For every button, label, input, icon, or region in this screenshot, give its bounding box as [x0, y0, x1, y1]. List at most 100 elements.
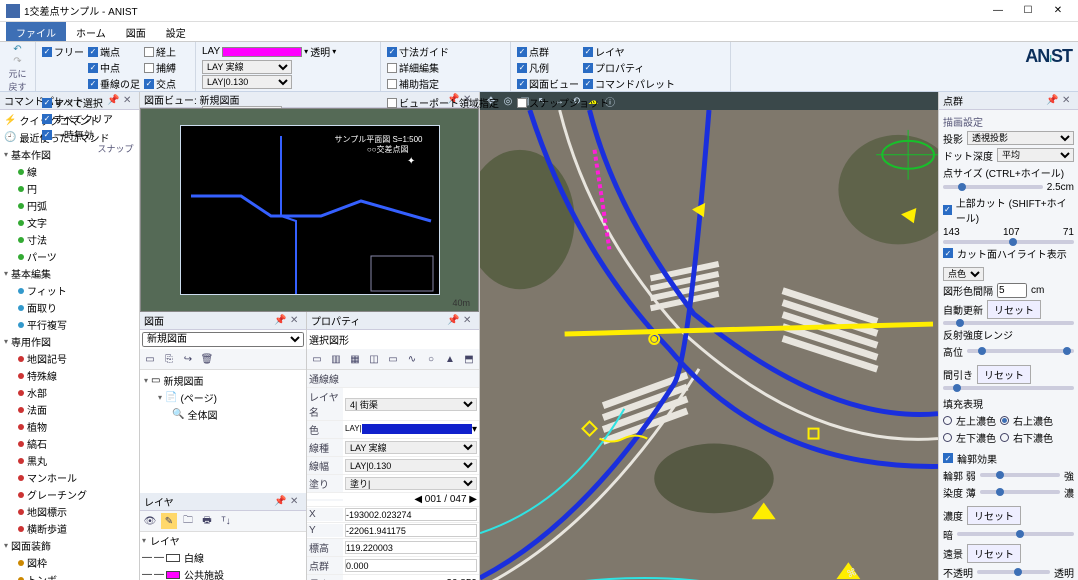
check-hojiten[interactable]: [144, 63, 154, 73]
close-icon[interactable]: ✕: [1062, 95, 1074, 106]
check-zumen-m[interactable]: ✓: [517, 79, 527, 89]
tree-item[interactable]: 法面: [16, 401, 137, 418]
dark-slider[interactable]: [957, 532, 1074, 536]
prop-elev-input[interactable]: [345, 541, 477, 554]
close-icon[interactable]: ✕: [463, 315, 475, 326]
check-hanrei[interactable]: ✓: [517, 63, 527, 73]
dotsize-slider[interactable]: [943, 185, 1043, 189]
layer-row[interactable]: ——白線: [140, 549, 306, 566]
interval-input[interactable]: [997, 283, 1027, 298]
layer-row[interactable]: ——公共施設: [140, 566, 306, 580]
tree-item[interactable]: 寸法: [16, 231, 137, 248]
tree-item[interactable]: 植物: [16, 418, 137, 435]
tree-child[interactable]: 🔍全体図: [170, 406, 304, 423]
rinkaku-check[interactable]: ✓: [943, 453, 953, 463]
tree-item[interactable]: 水部: [16, 384, 137, 401]
tree-item[interactable]: 横断歩道: [16, 520, 137, 537]
tree-item[interactable]: 線: [16, 163, 137, 180]
viewport-3d[interactable]: ⌘: [480, 110, 938, 580]
tree-item[interactable]: 縞石: [16, 435, 137, 452]
prop-layer-select[interactable]: 4| 街渠: [345, 398, 477, 411]
tab-file[interactable]: ファイル: [6, 22, 66, 41]
maximize-button[interactable]: ☐: [1014, 2, 1042, 20]
layh-select[interactable]: LAY|0.130: [202, 75, 292, 89]
tab-drawing[interactable]: 図面: [116, 22, 156, 41]
p2-icon[interactable]: ▥: [328, 351, 344, 367]
check-prop[interactable]: ✓: [583, 63, 593, 73]
p3-icon[interactable]: ▦: [347, 351, 363, 367]
check-kouten[interactable]: ✓: [144, 79, 154, 89]
color-swatch[interactable]: [362, 424, 472, 434]
tree-item[interactable]: マンホール: [16, 469, 137, 486]
redo-icon[interactable]: ↷: [13, 56, 21, 67]
check-tengun[interactable]: ✓: [517, 47, 527, 57]
tree-item[interactable]: 面取り: [16, 299, 137, 316]
drawing-preview[interactable]: サンプル平面図 S=1:500 ○○交差点図 ✦ 40m: [140, 108, 479, 312]
check-all[interactable]: ✓: [42, 98, 52, 108]
check-layer[interactable]: ✓: [583, 47, 593, 57]
reset-button-3[interactable]: リセット: [967, 506, 1021, 525]
radio-r3[interactable]: [943, 433, 952, 442]
tree-item[interactable]: パーツ: [16, 248, 137, 265]
check-snapshot[interactable]: [517, 98, 527, 108]
tree-item[interactable]: 文字: [16, 214, 137, 231]
check-suisen[interactable]: ✓: [88, 79, 98, 89]
print-icon[interactable]: 🖶: [199, 513, 215, 529]
colormode-select[interactable]: 点色: [943, 267, 984, 281]
hl-check[interactable]: ✓: [943, 248, 953, 258]
prop-y-input[interactable]: [345, 524, 477, 537]
tree-item[interactable]: 円弧: [16, 197, 137, 214]
search-icon[interactable]: ᵀ↓: [218, 513, 234, 529]
tree-item[interactable]: 地図標示: [16, 503, 137, 520]
tree-item[interactable]: 地図記号: [16, 350, 137, 367]
reset-button-2[interactable]: リセット: [977, 365, 1031, 384]
rinkaku-slider2[interactable]: [980, 490, 1060, 494]
tab-settings[interactable]: 設定: [156, 22, 196, 41]
undo-icon[interactable]: ↶: [13, 44, 21, 55]
close-button[interactable]: ✕: [1044, 2, 1072, 20]
reset-button-4[interactable]: リセット: [967, 544, 1021, 563]
close-icon[interactable]: ✕: [290, 496, 302, 507]
check-hojou[interactable]: [387, 79, 397, 89]
radio-r2[interactable]: [1000, 416, 1009, 425]
p1-icon[interactable]: ▭: [309, 351, 325, 367]
tree-page[interactable]: 📄(ページ): [156, 389, 304, 406]
tree-item[interactable]: 黒丸: [16, 452, 137, 469]
check-command[interactable]: ✓: [583, 79, 593, 89]
check-shousai[interactable]: [387, 63, 397, 73]
eye-icon[interactable]: 👁: [142, 513, 158, 529]
refl-slider[interactable]: [967, 349, 1074, 353]
prop-paint-select[interactable]: 塗り|: [345, 477, 477, 490]
radio-r1[interactable]: [943, 416, 952, 425]
mabiki-slider[interactable]: [943, 386, 1074, 390]
delete-icon[interactable]: 🗑: [199, 351, 215, 367]
far-slider[interactable]: [977, 570, 1050, 574]
p9-icon[interactable]: ⬒: [461, 351, 477, 367]
check-tanten[interactable]: ✓: [88, 47, 98, 57]
check-free[interactable]: ✓: [42, 47, 52, 57]
tree-root[interactable]: ▭新規図面: [142, 372, 304, 389]
prop-line-select[interactable]: LAY 実線: [345, 441, 477, 454]
pin-icon[interactable]: 📌: [274, 496, 286, 507]
check-muko[interactable]: ✓: [42, 130, 52, 140]
tree-item[interactable]: 円: [16, 180, 137, 197]
tree-item[interactable]: 特殊線: [16, 367, 137, 384]
p5-icon[interactable]: ▭: [385, 351, 401, 367]
tree-item[interactable]: グレーチング: [16, 486, 137, 503]
check-viewport[interactable]: [387, 98, 397, 108]
p7-icon[interactable]: ○: [423, 351, 439, 367]
projection-select[interactable]: 透視投影: [967, 131, 1074, 145]
p4-icon[interactable]: ◫: [366, 351, 382, 367]
new-icon[interactable]: ▭: [142, 351, 158, 367]
rinkaku-slider1[interactable]: [980, 473, 1060, 477]
auto-slider[interactable]: [943, 321, 1074, 325]
prop-tengun-input[interactable]: [345, 559, 477, 572]
tree-item[interactable]: トンボ: [16, 571, 137, 580]
uecut-check[interactable]: ✓: [943, 205, 952, 215]
uecut-slider[interactable]: [943, 240, 1074, 244]
reset-button[interactable]: リセット: [987, 300, 1041, 319]
lock-icon[interactable]: 🗀: [180, 513, 196, 529]
tree-item[interactable]: 平行複写: [16, 316, 137, 333]
laycolor-swatch[interactable]: [222, 47, 302, 57]
arrow-icon[interactable]: ↪: [180, 351, 196, 367]
